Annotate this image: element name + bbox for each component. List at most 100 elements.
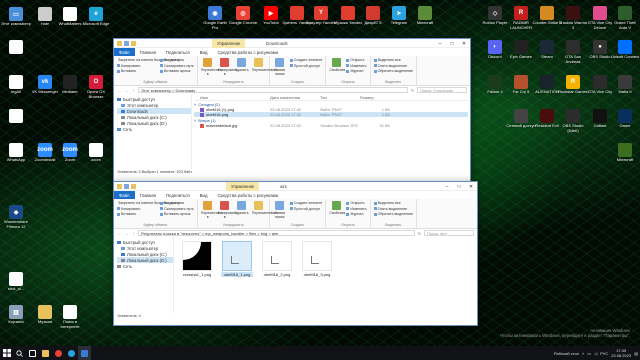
tray-desktop-label[interactable]: Рабочий стол [554,351,579,356]
ribbon-button[interactable]: Вырезать [160,201,194,205]
new-folder-icon[interactable] [131,183,136,189]
desktop-icon[interactable]: ◆ Wondershare Filmora 12 [1,205,31,229]
ribbon-button[interactable]: Создать элемент [289,201,322,205]
ribbon-button[interactable]: Снять выделение [373,207,414,211]
desktop-icon[interactable]: shot_ai... [1,272,31,292]
network-icon[interactable]: ▭ [587,351,591,356]
desktop-icon[interactable] [1,109,31,124]
minimize-icon[interactable]: – [441,182,453,191]
tab-view[interactable]: Вид [195,50,213,55]
tab-file[interactable]: Файл [114,191,135,199]
chevron-up-icon[interactable]: ˄ [582,351,584,356]
forward-icon[interactable]: → [124,88,129,93]
ribbon-button[interactable]: Открыть [346,58,366,62]
tab-home[interactable]: Главная [135,193,161,198]
title-bar[interactable]: Управление aim – □ ✕ [114,182,477,191]
ribbon-button[interactable]: Вырезать [160,58,194,62]
ribbon-button[interactable]: Вставить ярлык [160,212,194,216]
volume-icon[interactable]: ◁ [594,351,597,356]
notifications-icon[interactable]: ▤ [634,351,638,356]
desktop-icon[interactable]: ◉ Google Earth Pro [200,6,230,30]
file-thumbnail[interactable]: obeM16_3.png [301,241,333,277]
minimize-icon[interactable]: – [434,39,446,48]
desktop-icon[interactable]: R Rockstar Games [558,75,588,95]
desktop-icon[interactable]: ▥ Корзина [1,305,31,325]
tab-home[interactable]: Главная [135,50,161,55]
desktop-icon[interactable]: Grand Theft Auto V [610,6,640,30]
ribbon-button[interactable]: Обратить выделение [373,212,413,216]
ribbon-button[interactable]: Копировать [117,64,157,68]
column-date[interactable]: Дата изменения [270,95,320,100]
column-type[interactable]: Тип [320,95,360,100]
tab-file[interactable]: Файл [114,48,135,56]
ribbon-button[interactable]: Вставить [117,69,157,73]
ribbon-button[interactable]: Создать элемент [289,58,322,62]
desktop-icon[interactable]: WhatsApp [1,143,31,163]
ribbon-button[interactable]: Копировать [117,207,157,211]
tab-share[interactable]: Поделиться [161,193,195,198]
back-icon[interactable]: ← [117,88,122,93]
tab-view[interactable]: Вид [195,193,213,198]
desktop-icon[interactable]: Game [610,109,640,129]
context-tab-manage[interactable]: Управление [212,39,246,48]
file-thumbnail[interactable]: obeM16_2.png [261,241,293,277]
desktop-icon[interactable] [1,40,31,55]
ribbon-button[interactable]: Снять выделение [373,64,414,68]
desktop-icon[interactable]: OBS Studio (64bit) [558,109,588,133]
close-icon[interactable]: ✕ [458,39,470,48]
ribbon-button[interactable]: Выделить все [373,201,414,205]
taskbar-app-explorer[interactable] [39,346,52,360]
desktop-icon[interactable]: ◎ Google Chrome [228,6,258,26]
taskbar-app-download[interactable] [78,346,91,360]
maximize-icon[interactable]: □ [446,39,458,48]
up-icon[interactable]: ↑ [131,231,136,236]
ribbon-button[interactable]: Обратить выделение [373,69,413,73]
ribbon-button[interactable]: Вставить ярлык [160,69,194,73]
taskbar-app-telegram[interactable] [65,346,78,360]
nav-item[interactable]: Сеть [117,263,173,269]
refresh-icon[interactable]: ↻ [417,231,422,236]
desktop-icon[interactable]: Minecraft [410,6,440,26]
tab-picture-tools[interactable]: Средства работы с рисунками [212,193,283,198]
file-thumbnail[interactable]: crossha1_1.png [181,241,213,277]
column-name[interactable]: Имя [194,95,270,100]
address-bar[interactable]: Этот компьютер > Downloads [138,87,408,93]
desktop-icon[interactable]: legAll [1,75,31,95]
back-icon[interactable]: ← [117,231,122,236]
desktop-icon[interactable]: Shadow Warrior 3 [558,6,588,30]
address-bar[interactable]: Результаты поиска в "resources" > mp_wea… [138,230,415,236]
title-bar[interactable]: Управление Downloads – □ ✕ [114,39,470,48]
desktop-icon[interactable]: GTA San Andreas [558,40,588,64]
start-button[interactable] [0,346,13,360]
ribbon-button[interactable]: Простой доступ [289,64,323,68]
refresh-icon[interactable]: ↻ [410,88,415,93]
desktop-icon[interactable]: e Microsoft Edge [81,7,111,27]
ribbon-button[interactable]: Журнал [346,69,366,73]
taskbar-app-chrome[interactable] [52,346,65,360]
ribbon-button[interactable]: Изменить [346,64,367,68]
column-size[interactable]: Размер [360,95,390,100]
close-icon[interactable]: ✕ [465,182,477,191]
context-tab-manage[interactable]: Управление [226,182,260,191]
ribbon-button[interactable]: Вставить [117,212,157,216]
desktop-icon[interactable]: zoom [81,143,111,163]
desktop-icon[interactable]: Y Браузер Yandex [306,6,336,26]
search-input[interactable]: Поиск: aim [424,230,474,236]
tab-picture-tools[interactable]: Средства работы с рисунками [212,50,283,55]
maximize-icon[interactable]: □ [453,182,465,191]
new-folder-icon[interactable] [131,40,136,46]
ribbon-button[interactable]: Закрепить на панели быстрого доступа [117,201,184,205]
desktop-icon[interactable]: Ubisoft Connect [610,40,640,60]
taskview-button[interactable] [26,346,39,360]
desktop-icon[interactable]: ▭ Этот компьютер [1,7,31,27]
ribbon-button[interactable]: Открыть [346,201,366,205]
search-input[interactable]: Поиск: Downloads [417,87,467,93]
ribbon-button[interactable]: Закрепить на панели быстрого доступа [117,58,184,62]
search-button[interactable] [13,346,26,360]
up-icon[interactable]: ↑ [131,88,136,93]
nav-item[interactable]: Сеть [117,126,191,132]
ribbon-button[interactable]: Журнал [346,212,366,216]
ribbon-button[interactable]: Скопировать путь [160,207,194,211]
desktop-icon[interactable]: Mafia II [610,75,640,95]
ribbon-button[interactable]: Изменить [346,207,367,211]
